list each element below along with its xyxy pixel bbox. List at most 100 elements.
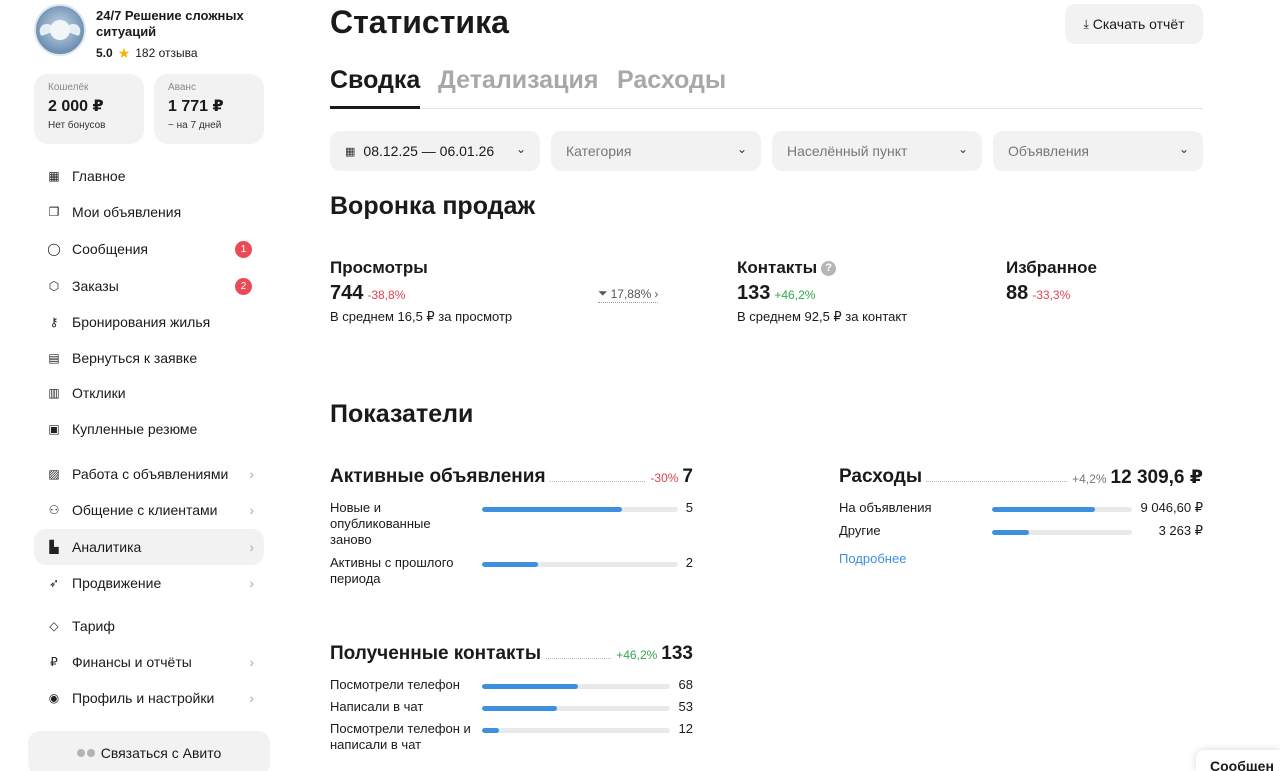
key-icon: ⚷	[49, 315, 59, 329]
messages-chip[interactable]: Сообщен	[1196, 750, 1280, 771]
favorites-value: 88	[1006, 282, 1029, 304]
expenses-row-label: На объявления	[839, 500, 932, 515]
sidebar-item-label: Главное	[72, 168, 126, 184]
help-icon[interactable]: ?	[821, 260, 837, 276]
sidebar-item-return-request[interactable]: ▤ Вернуться к заявке	[34, 340, 264, 376]
active-row-label: Активны с прошлого периода	[330, 555, 454, 586]
active-row-label: Новые и опубликованные заново	[330, 500, 431, 547]
contacts-row-bar	[482, 728, 670, 733]
sidebar-item-label: Аналитика	[72, 539, 142, 555]
bar-fill	[482, 562, 539, 567]
tab-bar: Сводка Детализация Расходы	[330, 66, 1203, 109]
wallet-card[interactable]: Кошелёк 2 000 ₽ Нет бонусов	[34, 74, 144, 144]
chevron-down-icon: ⌄	[736, 142, 747, 156]
active-row-bar	[482, 507, 678, 512]
sidebar-item-analytics[interactable]: ▙ Аналитика ›	[34, 529, 264, 565]
sidebar-item-label: Купленные резюме	[72, 421, 198, 437]
advance-card[interactable]: Аванс 1 771 ₽ ~ на 7 дней	[154, 74, 264, 144]
sidebar-item-messages[interactable]: ◯ Сообщения 1	[34, 231, 264, 267]
user-circle-icon: ◉	[48, 691, 60, 705]
ads-select[interactable]: Объявления ⌄	[993, 131, 1203, 171]
profile-rating[interactable]: 5.0 ★ 182 отзыва	[96, 46, 198, 60]
expenses-row-value: 9 046,60 ₽	[1140, 500, 1204, 515]
advance-value: 1 771 ₽	[168, 98, 224, 115]
sidebar-item-profile-settings[interactable]: ◉ Профиль и настройки ›	[34, 680, 264, 716]
sidebar-item-main[interactable]: ▦ Главное	[34, 158, 264, 194]
sidebar-item-label: Вернуться к заявке	[72, 350, 198, 366]
active-ads-label: Активные объявления	[330, 466, 550, 488]
views-label: Просмотры	[330, 258, 428, 277]
chevron-right-icon: ›	[249, 575, 254, 591]
resume-icon: ▣	[48, 422, 60, 436]
advance-sub: ~ на 7 дней	[168, 120, 222, 131]
download-report-button[interactable]: ⤓ Скачать отчёт	[1065, 4, 1203, 44]
bar-fill	[482, 507, 622, 512]
chart-icon: ▙	[49, 540, 59, 554]
sidebar-item-responses[interactable]: ▥ Отклики	[34, 375, 264, 411]
chevron-right-icon: ›	[249, 466, 254, 482]
star-icon: ★	[117, 45, 131, 61]
active-row-value: 5	[685, 500, 693, 515]
contacts-row-bar	[482, 684, 670, 689]
sidebar-item-finance[interactable]: ₽ Финансы и отчёты ›	[34, 644, 264, 680]
category-select[interactable]: Категория ⌄	[551, 131, 761, 171]
download-label: Скачать отчёт	[1092, 16, 1185, 32]
tab-details[interactable]: Детализация	[438, 66, 598, 109]
doc-icon: ▤	[48, 351, 60, 365]
sidebar-item-ads-work[interactable]: ▨ Работа с объявлениями ›	[34, 456, 264, 492]
sidebar-item-label: Работа с объявлениями	[72, 466, 229, 482]
sidebar-item-label: Финансы и отчёты	[72, 654, 192, 670]
contacts-row-value: 12	[678, 721, 693, 736]
contacts-row-value: 53	[678, 699, 693, 714]
sidebar-item-resumes[interactable]: ▣ Купленные резюме	[34, 411, 264, 447]
sidebar-item-tariff[interactable]: ◇ Тариф	[34, 608, 264, 644]
sidebar-item-label: Бронирования жилья	[72, 314, 211, 330]
expenses-header: Расходы +4,2% 12 309,6 ₽	[839, 466, 1203, 490]
sidebar-item-clients[interactable]: ⚇ Общение с клиентами ›	[34, 492, 264, 528]
doc-check-icon: ▥	[48, 386, 60, 400]
category-placeholder: Категория	[566, 143, 632, 159]
sidebar-item-label: Профиль и настройки	[72, 690, 215, 706]
contacts-row-label: Посмотрели телефон и написали в чат	[330, 721, 471, 752]
sidebar-item-orders[interactable]: ⬡ Заказы 2	[34, 268, 264, 304]
reviews-count: 182 отзыва	[135, 46, 198, 60]
tab-summary[interactable]: Сводка	[330, 66, 421, 109]
avatar[interactable]	[34, 4, 86, 56]
orders-badge: 2	[235, 278, 252, 295]
ads-placeholder: Объявления	[1008, 143, 1089, 159]
profile-header[interactable]: 24/7 Решение сложных ситуаций 5.0 ★ 182 …	[34, 4, 284, 60]
expenses-label: Расходы	[839, 466, 927, 488]
sidebar-item-promotion[interactable]: ➶ Продвижение ›	[34, 565, 264, 601]
sidebar-item-bookings[interactable]: ⚷ Бронирования жилья	[34, 304, 264, 340]
favorites-label: Избранное	[1006, 258, 1097, 277]
active-ads-total: 7	[682, 466, 693, 487]
chevron-right-icon: ›	[654, 286, 659, 301]
received-contacts-total: 133	[661, 643, 693, 664]
funnel-title: Воронка продаж	[330, 192, 536, 220]
bar-fill	[482, 706, 557, 711]
metrics-title: Показатели	[330, 400, 474, 428]
views-change: -38,8%	[367, 288, 406, 302]
wallet-sub: Нет бонусов	[48, 120, 106, 131]
bar-fill	[482, 728, 499, 733]
chevron-right-icon: ›	[249, 654, 254, 670]
conversion-link[interactable]: ⏷ 17,88% ›	[598, 286, 659, 303]
expenses-row-value: 3 263 ₽	[1158, 523, 1203, 538]
sidebar-item-label: Отклики	[72, 385, 126, 401]
rating-value: 5.0	[96, 46, 113, 60]
diamond-icon: ◇	[49, 619, 59, 633]
sidebar-item-label: Заказы	[72, 278, 119, 294]
expenses-more-link[interactable]: Подробнее	[839, 551, 906, 566]
date-range-select[interactable]: ▦ 08.12.25 — 06.01.26 ⌄	[330, 131, 540, 171]
city-select[interactable]: Населённый пункт ⌄	[772, 131, 982, 171]
profile-name[interactable]: 24/7 Решение сложных ситуаций	[96, 8, 276, 40]
sidebar-item-my-ads[interactable]: ❐ Мои объявления	[34, 194, 264, 230]
chevron-down-icon: ⌄	[957, 142, 968, 156]
expenses-row-label: Другие	[839, 523, 881, 538]
views-avg: В среднем 16,5 ₽ за просмотр	[330, 309, 513, 324]
tab-expenses[interactable]: Расходы	[617, 66, 726, 109]
bar-fill	[992, 530, 1030, 535]
contacts-row-label: Написали в чат	[330, 699, 424, 714]
contact-avito-button[interactable]: Связаться с Авито	[28, 731, 270, 771]
contacts-row-bar	[482, 706, 670, 711]
